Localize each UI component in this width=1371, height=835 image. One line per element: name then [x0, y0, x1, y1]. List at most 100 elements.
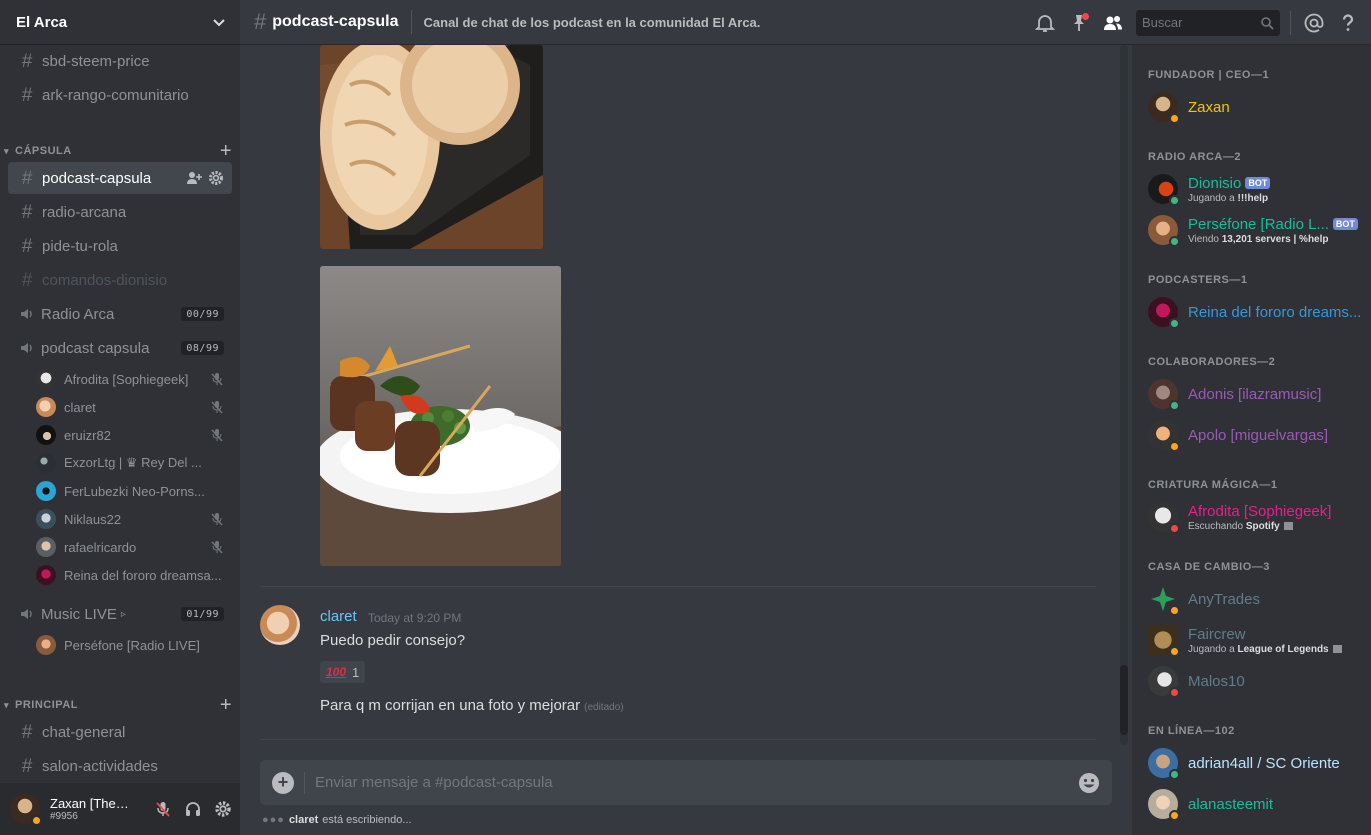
- member-item[interactable]: Apolo [miguelvargas]: [1148, 415, 1363, 455]
- channel-sbd-steem-price[interactable]: # sbd-steem-price: [8, 45, 232, 77]
- channel-ark-rango-comunitario[interactable]: # ark-rango-comunitario: [8, 79, 232, 111]
- channel-podcast-capsula[interactable]: # podcast-capsula: [8, 162, 232, 194]
- divider: [304, 771, 305, 794]
- voice-user-name: Perséfone [Radio LIVE]: [64, 637, 200, 653]
- search-icon: [1261, 16, 1274, 30]
- status-indicator: [1169, 318, 1180, 329]
- avatar: [1148, 502, 1180, 534]
- member-item[interactable]: Zaxan: [1148, 87, 1363, 127]
- member-name: Zaxan: [1188, 98, 1230, 116]
- divider: [410, 10, 412, 34]
- member-item[interactable]: Faircrew Jugando a League of Legends: [1148, 620, 1363, 660]
- channel-pide-tu-rola[interactable]: # pide-tu-rola: [8, 230, 232, 262]
- channel-comandos-dionisio[interactable]: # comandos-dionisio: [8, 264, 232, 296]
- search-input[interactable]: Buscar: [1136, 9, 1280, 36]
- create-channel-plus-icon[interactable]: +: [220, 695, 232, 715]
- avatar: [36, 397, 56, 417]
- voice-user[interactable]: Niklaus22: [36, 507, 224, 531]
- message-author[interactable]: claret: [320, 608, 357, 625]
- channel-chat-general[interactable]: # chat-general: [8, 716, 232, 748]
- voice-channel-music-live[interactable]: Music LIVE ▹ 01/99: [8, 598, 232, 630]
- help-icon[interactable]: [1337, 12, 1359, 34]
- member-name: Apolo [miguelvargas]: [1188, 426, 1329, 444]
- voice-channel-radio-arca[interactable]: Radio Arca 00/99: [8, 298, 232, 330]
- discriminator: #9956: [50, 811, 78, 822]
- voice-user[interactable]: Reina del fororo dreamsa...: [36, 563, 224, 587]
- message-input[interactable]: [315, 774, 1078, 791]
- category-capsula[interactable]: ▾ CÁPSULA +: [4, 141, 232, 161]
- hash-icon: #: [21, 721, 33, 743]
- rich-presence-icon[interactable]: [1332, 644, 1342, 653]
- member-item[interactable]: Reina del fororo dreams...: [1148, 292, 1363, 332]
- scrollbar-thumb[interactable]: [1120, 665, 1128, 735]
- headset-icon[interactable]: [184, 800, 202, 818]
- member-item[interactable]: Perséfone [Radio L... BOT Viendo 13,201 s…: [1148, 210, 1363, 250]
- reaction-100[interactable]: 100 1: [320, 661, 366, 683]
- member-name: Malos10: [1188, 672, 1245, 690]
- category-principal[interactable]: ▾ PRINCIPAL +: [4, 695, 232, 715]
- avatar: [1148, 666, 1180, 698]
- activity-prefix: Viendo: [1188, 233, 1219, 245]
- upload-plus-icon[interactable]: +: [272, 771, 294, 794]
- attachment-image-food[interactable]: [320, 266, 561, 566]
- avatar[interactable]: [10, 794, 42, 826]
- channel-salon-actividades[interactable]: # salon-actividades: [8, 750, 232, 782]
- emoji-icon[interactable]: [1078, 772, 1100, 794]
- status-indicator: [1169, 523, 1180, 534]
- gear-icon[interactable]: [208, 170, 224, 186]
- voice-user[interactable]: Perséfone [Radio LIVE]: [36, 633, 224, 657]
- user-limit-badge: 00/99: [181, 307, 224, 321]
- voice-user[interactable]: ExzorLtg | ♛ Rey Del ...: [36, 451, 224, 475]
- role-header: EN LÍNEA—102: [1148, 725, 1235, 737]
- avatar: [1148, 748, 1180, 780]
- avatar: [1148, 379, 1180, 411]
- avatar: [1148, 584, 1180, 616]
- channel-label: Radio Arca: [41, 305, 115, 323]
- mic-muted-icon[interactable]: [154, 800, 172, 818]
- user-panel: Zaxan [The ... #9956: [0, 783, 240, 835]
- create-channel-plus-icon[interactable]: +: [220, 141, 232, 161]
- member-item[interactable]: Adonis [ilazramusic]: [1148, 374, 1363, 414]
- voice-user[interactable]: claret: [36, 395, 224, 419]
- mic-muted-icon: [211, 373, 223, 386]
- status-indicator: [31, 815, 42, 826]
- reaction-count: 1: [352, 664, 360, 680]
- chevron-down-icon: ▾: [4, 699, 10, 710]
- avatar[interactable]: [260, 605, 300, 645]
- speaker-icon: [21, 609, 32, 619]
- gear-icon[interactable]: [214, 800, 232, 818]
- attachment-image-bread[interactable]: [320, 45, 543, 249]
- mention-icon[interactable]: [1303, 12, 1325, 34]
- member-activity: Jugando a League of Legends: [1188, 644, 1363, 655]
- channel-label: pide-tu-rola: [42, 237, 118, 255]
- avatar: [36, 453, 56, 473]
- header-toolbar: Buscar: [1022, 0, 1371, 45]
- member-item[interactable]: alanasteemit: [1148, 784, 1363, 824]
- channel-radio-arcana[interactable]: # radio-arcana: [8, 196, 232, 228]
- channel-label: chat-general: [42, 723, 126, 741]
- guild-header[interactable]: El Arca: [0, 0, 240, 45]
- member-name: adrian4all / SC Oriente: [1188, 754, 1340, 772]
- members-icon[interactable]: [1102, 12, 1124, 34]
- invite-icon[interactable]: [186, 170, 202, 186]
- member-name: Dionisio: [1188, 174, 1242, 192]
- pin-button[interactable]: [1068, 12, 1090, 34]
- member-item[interactable]: Afrodita [Sophiegeek] Escuchando Spotify: [1148, 497, 1363, 537]
- rich-presence-icon[interactable]: [1283, 521, 1293, 530]
- channel-sidebar: El Arca # sbd-steem-price # ark-rango-comu…: [0, 0, 240, 835]
- bell-icon[interactable]: [1034, 12, 1056, 34]
- channel-topic[interactable]: Canal de chat de los podcast en la comun…: [424, 15, 761, 30]
- member-item[interactable]: Dionisio BOT Jugando a !!!help: [1148, 169, 1363, 209]
- status-indicator: [1169, 236, 1180, 247]
- voice-user[interactable]: rafaelricardo: [36, 535, 224, 559]
- voice-channel-podcast-capsula[interactable]: podcast capsula 08/99: [8, 332, 232, 364]
- voice-user[interactable]: eruizr82: [36, 423, 224, 447]
- member-item[interactable]: Malos10: [1148, 661, 1363, 701]
- member-item[interactable]: adrian4all / SC Oriente: [1148, 743, 1363, 783]
- channel-label: podcast-capsula: [42, 169, 152, 187]
- scrollbar-track[interactable]: [1120, 45, 1128, 745]
- activity-name: League of Legends: [1237, 643, 1329, 655]
- member-item[interactable]: AnyTrades: [1148, 579, 1363, 619]
- voice-user[interactable]: Afrodita [Sophiegeek]: [36, 367, 224, 391]
- voice-user[interactable]: FerLubezki Neo-Porns...: [36, 479, 224, 503]
